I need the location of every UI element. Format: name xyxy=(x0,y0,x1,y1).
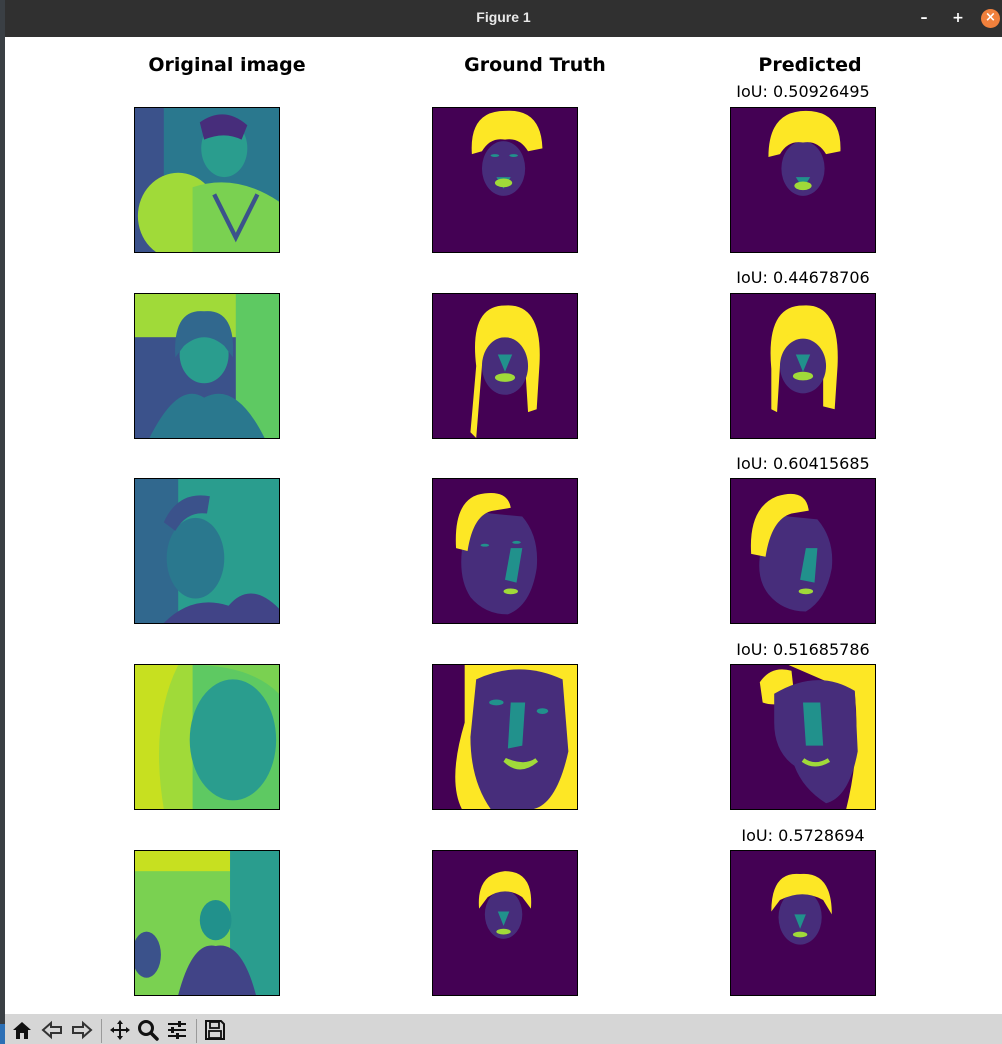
zoom-icon[interactable] xyxy=(136,1018,160,1042)
predicted-mask-row-5 xyxy=(730,850,876,996)
ground-truth-mask-row-2 xyxy=(432,293,578,439)
iou-label-row-2: IoU: 0.44678706 xyxy=(736,268,870,287)
original-image-row-2 xyxy=(134,293,280,439)
column-title-ground-truth: Ground Truth xyxy=(464,54,606,76)
back-icon[interactable] xyxy=(40,1018,64,1042)
toolbar-separator xyxy=(101,1019,102,1043)
matplotlib-window: Figure 1 – + × Original image Ground Tru… xyxy=(0,0,1002,1044)
save-icon[interactable] xyxy=(203,1018,227,1042)
iou-label-row-4: IoU: 0.51685786 xyxy=(736,640,870,659)
original-image-row-5 xyxy=(134,850,280,996)
iou-label-row-1: IoU: 0.50926495 xyxy=(736,82,870,101)
predicted-mask-row-3 xyxy=(730,478,876,624)
pan-icon[interactable] xyxy=(108,1018,132,1042)
predicted-mask-row-1 xyxy=(730,107,876,253)
home-icon[interactable] xyxy=(10,1018,34,1042)
predicted-mask-row-4 xyxy=(730,664,876,810)
figure-canvas[interactable]: Original image Ground Truth Predicted Io… xyxy=(5,37,1002,1014)
ground-truth-mask-row-4 xyxy=(432,664,578,810)
toolbar-separator xyxy=(196,1019,197,1043)
close-button[interactable]: × xyxy=(981,9,1000,28)
ground-truth-mask-row-3 xyxy=(432,478,578,624)
column-title-predicted: Predicted xyxy=(758,54,862,76)
configure-subplots-icon[interactable] xyxy=(165,1018,189,1042)
original-image-row-4 xyxy=(134,664,280,810)
ground-truth-mask-row-1 xyxy=(432,107,578,253)
window-title: Figure 1 xyxy=(476,9,531,25)
title-bar[interactable]: Figure 1 – + × xyxy=(5,0,1002,37)
column-title-original: Original image xyxy=(148,54,306,76)
forward-icon[interactable] xyxy=(70,1018,94,1042)
maximize-button[interactable]: + xyxy=(948,8,968,28)
predicted-mask-row-2 xyxy=(730,293,876,439)
original-image-row-1 xyxy=(134,107,280,253)
iou-label-row-5: IoU: 0.5728694 xyxy=(741,826,865,845)
ground-truth-mask-row-5 xyxy=(432,850,578,996)
navigation-toolbar xyxy=(5,1014,1002,1044)
iou-label-row-3: IoU: 0.60415685 xyxy=(736,454,870,473)
original-image-row-3 xyxy=(134,478,280,624)
minimize-button[interactable]: – xyxy=(914,8,934,28)
